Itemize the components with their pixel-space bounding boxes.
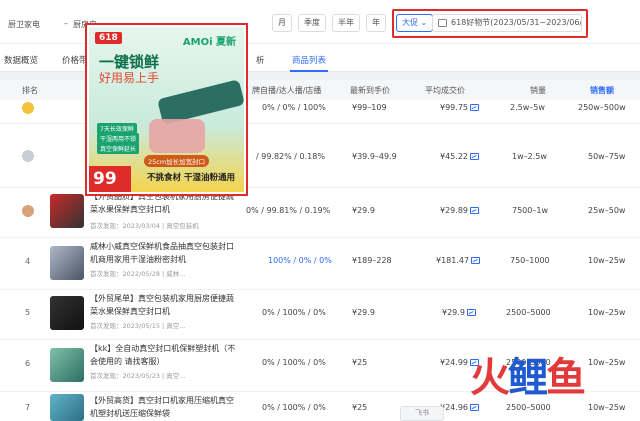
category-select[interactable]: 厨卫家电 <box>8 19 40 30</box>
table-row[interactable]: 5 【外贸尾单】真空包装机家用厨房便捷蔬菜水果保鲜真空封口机 首次发现：2023… <box>0 290 640 340</box>
tab-overview[interactable]: 数据概览 <box>4 54 38 66</box>
volume: 7500–1w <box>512 206 548 215</box>
avg-price: ¥24.96 <box>440 403 479 412</box>
header-live-ratio[interactable]: 牌自播/达人播/店播 <box>252 85 321 96</box>
latest-price: ¥25 <box>352 358 368 367</box>
latest-price: ¥25 <box>352 403 368 412</box>
live-ratio: / 99.82% / 0.18% <box>256 152 325 161</box>
category-separator: – <box>64 19 68 28</box>
avg-price: ¥181.47 <box>436 256 481 265</box>
brand-logo: AMOi 夏新 <box>182 37 236 48</box>
product-image-popup: 618 AMOi 夏新 一键锁鲜 好用易上手 7天长效保鲜 干湿两用不锁 真空保… <box>85 23 248 196</box>
header-avg-price[interactable]: 平均成交价 <box>425 85 465 96</box>
volume: 2500–5000 <box>506 403 551 412</box>
active-tab-underline <box>290 70 328 72</box>
volume: 750–1000 <box>510 256 550 265</box>
product-thumbnail[interactable] <box>50 194 84 228</box>
period-halfyear-button[interactable]: 半年 <box>332 14 360 32</box>
vacuum-sealer-illustration <box>157 79 245 125</box>
product-meta: 首次发现：2022/05/28 | 威林… <box>90 270 186 278</box>
avg-price: ¥29.9 <box>442 308 476 317</box>
volume: 2.5w–5w <box>510 103 545 112</box>
product-title[interactable]: 威林小威真空保鲜机食品抽真空包装封口机商用家用干湿油粉密封机 <box>90 240 236 266</box>
sales: 10w–25w <box>588 256 626 265</box>
gold-medal-icon <box>22 102 34 114</box>
period-month-button[interactable]: 月 <box>272 14 292 32</box>
live-ratio: 0% / 100% / 0% <box>262 308 326 317</box>
header-volume[interactable]: 销量 <box>530 85 546 96</box>
trend-chart-icon[interactable] <box>471 257 481 264</box>
volume: 1w–2.5w <box>512 152 547 161</box>
latest-price: ¥29.9 <box>352 308 375 317</box>
product-title[interactable]: 【kk】全自动真空封口机保鲜塑封机（不会使用的 请找客服） <box>90 342 236 368</box>
highlight-box <box>392 9 588 38</box>
trend-chart-icon[interactable] <box>466 309 476 316</box>
live-ratio: 100% / 0% / 0% <box>268 256 332 265</box>
product-thumbnail[interactable] <box>50 394 84 421</box>
rank-number: 7 <box>25 403 31 412</box>
live-ratio: 0% / 100% / 0% <box>262 358 326 367</box>
trend-chart-icon[interactable] <box>470 207 479 214</box>
product-thumbnail[interactable] <box>50 246 84 280</box>
product-meta: 首次发现：2023/05/15 | 真空… <box>90 322 186 330</box>
latest-price: ¥99–109 <box>352 103 387 112</box>
promo-badge: 618 <box>95 32 122 44</box>
sales: 25w–50w <box>588 206 626 215</box>
live-ratio: 0% / 100% / 0% <box>262 403 326 412</box>
latest-price: ¥189–228 <box>352 256 392 265</box>
tab-price-band[interactable]: 价格带 <box>62 54 88 66</box>
promo-spec: 25cm加长加宽封口 <box>144 155 210 167</box>
live-ratio: 0% / 0% / 100% <box>262 103 326 112</box>
avg-price: ¥45.22 <box>440 152 479 161</box>
feature-tag: 真空保鲜延长 <box>97 143 140 154</box>
product-title[interactable]: 【外贸高货】真空封口机家用压缩机真空机塑封机送压缩保鲜袋 <box>90 394 236 420</box>
header-latest-price[interactable]: 最新到手价 <box>350 85 390 96</box>
promo-subline: 好用易上手 <box>99 71 160 85</box>
sales: 250w–500w <box>578 103 626 112</box>
silver-medal-icon <box>22 150 34 162</box>
volume: 2500–5000 <box>506 308 551 317</box>
period-quarter-button[interactable]: 季度 <box>298 14 326 32</box>
header-sales[interactable]: 销售额 <box>590 85 614 96</box>
period-year-button[interactable]: 年 <box>366 14 386 32</box>
sealed-food-illustration <box>149 119 205 153</box>
product-promo-image: 618 AMOi 夏新 一键锁鲜 好用易上手 7天长效保鲜 干湿两用不锁 真空保… <box>89 27 245 192</box>
promo-price: 99 <box>89 166 131 192</box>
trend-chart-icon[interactable] <box>470 153 479 160</box>
table-row[interactable]: 4 威林小威真空保鲜机食品抽真空包装封口机商用家用干湿油粉密封机 首次发现：20… <box>0 238 640 290</box>
latest-price: ¥29.9 <box>352 206 375 215</box>
live-ratio: 0% / 99.81% / 0.19% <box>246 206 331 215</box>
promo-slogan: 不挑食材 干湿油粉通用 <box>147 173 235 183</box>
product-title[interactable]: 【外贸尾单】真空包装机家用厨房便捷蔬菜水果保鲜真空封口机 <box>90 292 236 318</box>
rank-number: 6 <box>25 359 31 368</box>
bronze-medal-icon <box>22 205 34 217</box>
tab-analysis[interactable]: 析 <box>256 54 265 66</box>
avg-price: ¥99.75 <box>440 103 479 112</box>
rank-number: 5 <box>25 308 31 317</box>
lark-button[interactable]: 飞书 <box>400 406 444 421</box>
tab-product-list[interactable]: 商品列表 <box>292 54 326 66</box>
product-meta: 首次发现：2023/05/23 | 真空… <box>90 372 186 380</box>
trend-chart-icon[interactable] <box>470 104 479 111</box>
rank-number: 4 <box>25 257 31 266</box>
sales: 10w–25w <box>588 403 626 412</box>
latest-price: ¥39.9–49.9 <box>352 152 397 161</box>
sales: 10w–25w <box>588 308 626 317</box>
header-rank: 排名 <box>22 86 38 95</box>
product-thumbnail[interactable] <box>50 348 84 382</box>
product-meta: 首次发现：2023/03/04 | 真空包装机 <box>90 222 199 230</box>
watermark-logo: 火鲤鱼 <box>470 355 586 401</box>
avg-price: ¥29.89 <box>440 206 479 215</box>
sales: 10w–25w <box>588 358 626 367</box>
product-thumbnail[interactable] <box>50 296 84 330</box>
sales: 50w–75w <box>588 152 626 161</box>
trend-chart-icon[interactable] <box>470 404 479 411</box>
